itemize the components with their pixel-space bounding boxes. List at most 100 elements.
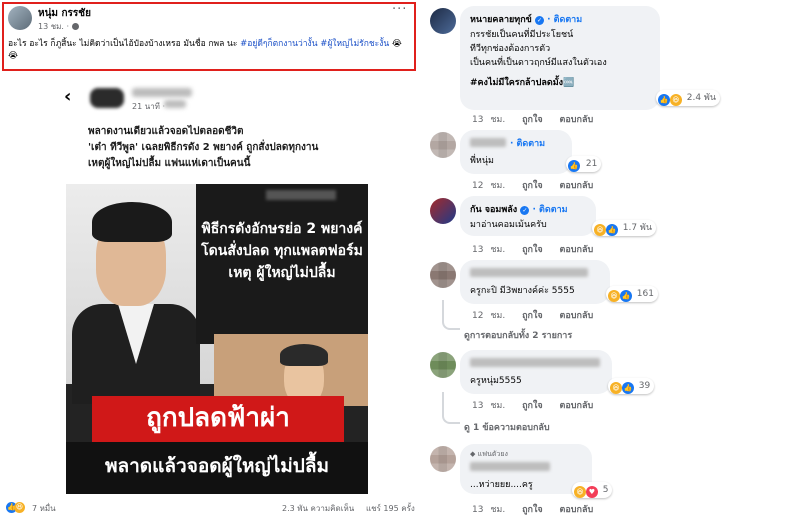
comment-time[interactable]: 13 ชม. [472, 401, 505, 411]
comment-time[interactable]: 13 ชม. [472, 115, 505, 125]
haha-icon: 😆 [669, 94, 682, 106]
watermark-blurred [266, 190, 336, 200]
shared-line-1: พลาดงานเดียวแล้วจอดไปตลอดชีวิต [88, 126, 244, 137]
comment-text: ครูหนุ่ม5555 [470, 376, 522, 386]
comment-hashtag[interactable]: #คงไม่มีใครกล้าปลดมั้ง🆒 [470, 76, 607, 90]
like-icon: 👍 [605, 224, 618, 236]
shares-count[interactable]: แชร์ 195 ครั้ง [366, 502, 415, 515]
back-arrow-icon[interactable]: ‹ [64, 86, 71, 107]
verified-badge-icon: ✓ [520, 206, 530, 215]
follow-link[interactable]: · ติดตาม [510, 139, 545, 149]
thread-connector [442, 392, 460, 424]
comment-text: พี่หนุ่ม [470, 156, 494, 166]
like-icon: 👍 [621, 382, 634, 394]
reply-button[interactable]: ตอบกลับ [560, 505, 594, 515]
commenter-avatar-pixelated[interactable] [430, 262, 456, 288]
reply-button[interactable]: ตอบกลับ [560, 311, 594, 321]
post-author-name[interactable]: หนุ่ม กรรชัย [38, 6, 91, 21]
like-button[interactable]: ถูกใจ [522, 245, 543, 255]
commenter-avatar[interactable] [430, 8, 456, 34]
reaction-count: 21 [585, 159, 598, 169]
thread-connector [442, 300, 460, 330]
post-time-text: 13 ชม. · [38, 22, 70, 31]
comment-time[interactable]: 13 ชม. [472, 245, 505, 255]
like-icon: 👍 [568, 160, 580, 172]
comment-author[interactable]: หนายคลายทุกข์ ✓ · ติดตาม [470, 12, 582, 26]
comment-time[interactable]: 12 ชม. [472, 181, 505, 191]
like-icon: 👍 [619, 290, 632, 302]
haha-icon: 😆 [14, 502, 25, 513]
reply-button[interactable]: ตอบกลับ [560, 401, 594, 411]
comment-actions: 13 ชม. ถูกใจ ตอบกลับ [472, 242, 603, 256]
reaction-count: 5 [602, 485, 609, 495]
comment-author-blurred [470, 138, 506, 147]
shared-meta-blurred [164, 100, 186, 108]
post-hashtags[interactable]: #อยู่ดีๆก็ตกงานว่างั้น #ผู้ใหญ่ไม่รักชะง… [240, 39, 389, 49]
comment-author[interactable]: กัน จอมพลัง ✓ · ติดตาม [470, 202, 568, 216]
comments-count[interactable]: 2.3 พัน ความคิดเห็น [282, 502, 354, 515]
post-author-avatar[interactable] [8, 6, 32, 30]
reply-button[interactable]: ตอบกลับ [560, 115, 594, 125]
image-bottom-text: พลาดแล้วจอดผู้ใหญ่ไม่ปลื้ม [104, 455, 330, 477]
view-replies-link[interactable]: ดู 1 ข้อความตอบกลับ [464, 420, 550, 434]
globe-icon [71, 23, 79, 30]
comment-reactions[interactable]: 👍 😆 2.4 พัน [656, 90, 721, 106]
avatar-image [430, 198, 456, 224]
post-panel: หนุ่ม กรรชัย 13 ชม. · ··· อะไร อะไร ก็ภู… [0, 0, 420, 517]
comment-reactions[interactable]: 😆 ♥ 5 [572, 482, 613, 498]
comment-text: มาอ่านคอมเม้นครับ [470, 220, 547, 230]
reaction-icons[interactable]: 👍 😆 [6, 502, 30, 514]
shared-line-3: เหตุผู้ใหญ่ไม่ปลื้ม แฟนแห่เดาเป็นคนนี้ [88, 158, 251, 169]
commenter-avatar-pixelated[interactable] [430, 352, 456, 378]
shared-line-2: 'เต๋า ทีวีพูล' เฉลยพิธีกรดัง 2 พยางค์ ถู… [88, 142, 319, 153]
reactions-count[interactable]: 7 หมื่น [32, 502, 56, 515]
comment-text: กรรชัยเป็นคนที่มีประโยชน์ ทีวีทุกช่องต้อ… [470, 28, 607, 90]
fan-badge-label: แฟนตัวยง [477, 450, 508, 458]
reaction-count: 1.7 พัน [622, 223, 653, 233]
comment-line: กรรชัยเป็นคนที่มีประโยชน์ [470, 30, 574, 40]
follow-link-wrap[interactable]: · ติดตาม [510, 136, 545, 150]
comment-time[interactable]: 13 ชม. [472, 505, 505, 515]
reaction-count: 161 [636, 289, 654, 299]
comment-time[interactable]: 12 ชม. [472, 311, 505, 321]
haha-icon: 😆 [608, 290, 620, 302]
post-timestamp[interactable]: 13 ชม. · [38, 20, 79, 33]
reply-button[interactable]: ตอบกลับ [560, 181, 594, 191]
reaction-count: 39 [638, 381, 651, 391]
shared-timestamp: 21 นาที · [132, 102, 166, 111]
comment-author-name: กัน จอมพลัง [470, 205, 518, 215]
comment-actions: 12 ชม. ถูกใจ ตอบกลับ [472, 308, 603, 322]
view-replies-link[interactable]: ดูการตอบกลับทั้ง 2 รายการ [464, 328, 572, 342]
diamond-icon: ◆ [470, 450, 476, 458]
comment-text: ...หว่ายยย....ครู [470, 480, 533, 490]
comment-actions: 13 ชม. ถูกใจ ตอบกลับ [472, 398, 603, 412]
comment-reactions[interactable]: 😆 👍 39 [608, 378, 655, 394]
comments-panel: หนายคลายทุกข์ ✓ · ติดตาม กรรชัยเป็นคนที่… [420, 0, 800, 517]
comment-reactions[interactable]: 😆 👍 161 [606, 286, 658, 302]
post-text: อะไร อะไร ก็ภูสิ้นะ ไม่คิดว่าเป็นไอ้ป๋อง… [8, 39, 238, 49]
comment-text: ครูกะปิ มี3พยางค์ค่ะ 5555 [470, 286, 575, 296]
inset-hair-shape [280, 344, 328, 366]
more-options-icon[interactable]: ··· [392, 2, 407, 17]
reply-button[interactable]: ตอบกลับ [560, 245, 594, 255]
follow-link[interactable]: · ติดตาม [532, 205, 567, 215]
comment-reactions[interactable]: 👍 21 [566, 156, 602, 172]
comment-author-name: หนายคลายทุกข์ [470, 15, 532, 25]
comment-author-blurred [470, 358, 600, 367]
like-button[interactable]: ถูกใจ [522, 115, 543, 125]
comment-reactions[interactable]: 😆 👍 1.7 พัน [592, 220, 657, 236]
like-button[interactable]: ถูกใจ [522, 401, 543, 411]
comment-line: ทีวีทุกช่องต้องการตัว [470, 44, 551, 54]
shared-author-name-blurred [132, 88, 192, 97]
comment-author-blurred [470, 268, 588, 277]
follow-link[interactable]: · ติดตาม [547, 15, 582, 25]
commenter-avatar-pixelated[interactable] [430, 446, 456, 472]
avatar-image [430, 8, 456, 34]
shared-author-avatar-blurred [90, 88, 124, 108]
commenter-avatar-pixelated[interactable] [430, 132, 456, 158]
like-button[interactable]: ถูกใจ [522, 181, 543, 191]
haha-icon: 😆 [610, 382, 622, 394]
commenter-avatar[interactable] [430, 198, 456, 224]
like-button[interactable]: ถูกใจ [522, 311, 543, 321]
like-button[interactable]: ถูกใจ [522, 505, 543, 515]
